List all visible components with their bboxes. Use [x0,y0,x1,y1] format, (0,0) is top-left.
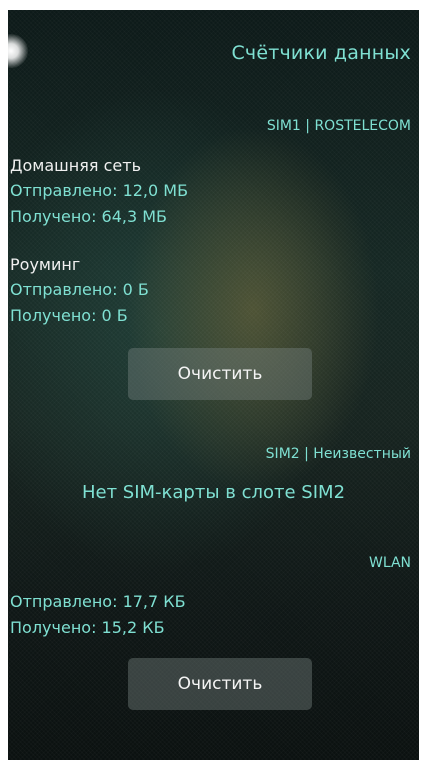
data-counters-screen: Счётчики данных SIM1 | ROSTELECOM Домашн… [8,10,419,760]
roaming-sent-value: Отправлено: 0 Б [10,280,149,299]
sim1-header: SIM1 | ROSTELECOM [266,118,411,134]
wlan-sent-value: Отправлено: 17,7 КБ [10,592,186,611]
sim1-clear-button[interactable]: Очистить [128,348,312,400]
home-sent-value: Отправлено: 12,0 МБ [10,181,189,200]
home-received-value: Получено: 64,3 МБ [10,207,168,226]
roaming-received-value: Получено: 0 Б [10,306,128,325]
no-sim-message: Нет SIM-карты в слоте SIM2 [81,482,346,503]
wlan-header: WLAN [368,555,411,571]
wlan-received-value: Получено: 15,2 КБ [10,618,165,637]
roaming-label: Роуминг [10,255,81,274]
light-glow-decoration [8,34,28,68]
wlan-clear-button[interactable]: Очистить [128,658,312,710]
page-title: Счётчики данных [231,42,411,64]
sim2-header: SIM2 | Неизвестный [265,446,411,462]
home-network-label: Домашняя сеть [10,156,141,175]
